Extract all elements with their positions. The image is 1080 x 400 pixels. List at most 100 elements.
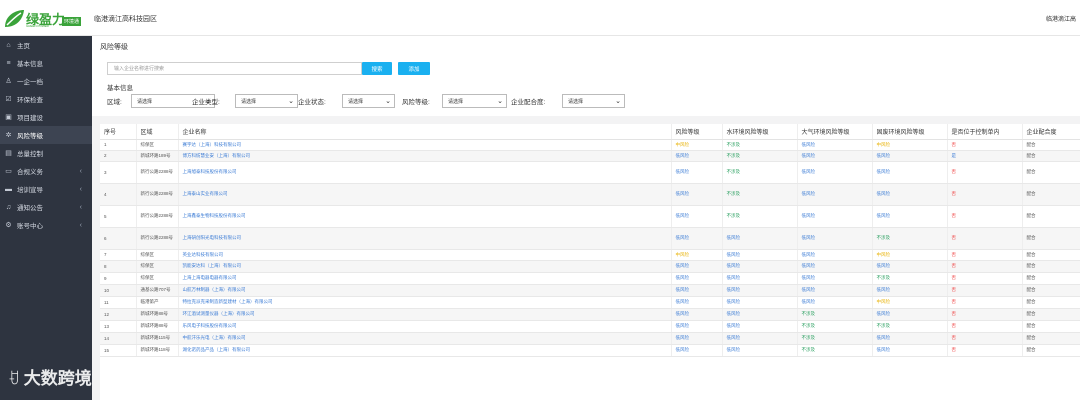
filter-select[interactable]: 请选择 ⌄ [562,94,625,108]
column-header[interactable]: 企业名称 [178,124,672,140]
column-header[interactable]: 区域 [136,124,179,140]
column-header[interactable]: 风险等级 [671,124,723,140]
sidebar-item-9[interactable]: ♫ 通知公告 ‹ [0,198,92,216]
sidebar-item-5[interactable]: ✲ 风险等级 [0,126,92,144]
basic-info-label: 基本信息 [107,85,133,92]
table-row[interactable]: 11 临港第产 特拉克派克采制造新型建材（上海）有限公司 低风险 低风险 低风险 中风险否配… [100,296,1080,309]
table-cell-区域: 新行公路2288号 [136,227,179,250]
table-cell-风险等级: 低风险 [671,150,723,162]
table-row[interactable]: 5 新行公路2288号 上海鑫泰生物科技股份有限公司 低风险 不涉及 低风险 低风险否配合 [100,205,1080,228]
table-cell-固废环境风险等级: 低风险 [872,260,948,273]
chevron-down-icon: ⌄ [497,98,503,105]
table-cell-固废环境风险等级: 低风险 [872,205,948,228]
table-cell-企业名称[interactable]: 上海研创阳光电科技有限公司 [178,227,672,250]
table-cell-企业名称[interactable]: 山航万林制器（上海）有限公司 [178,284,672,297]
table-row[interactable]: 3 新行公路2288号 上海旭泰科技股份有限公司 低风险 不涉及 低风险 低风险否配合 [100,161,1080,184]
table-cell-序号: 15 [100,344,137,357]
column-header[interactable]: 固废环境风险等级 [872,124,948,140]
sidebar-item-7[interactable]: ▭ 合规义务 ‹ [0,162,92,180]
table-cell-序号: 2 [100,150,137,162]
table-row[interactable]: 14 新城环路115号 中航汗乐光电（上海）有限公司 低风险 低风险 不涉及 低风险否配合 [100,332,1080,345]
table-cell-区域: 综保区 [136,139,179,151]
table-cell-风险等级: 中风险 [671,139,723,151]
table-cell-水环境风险等级: 低风险 [722,260,798,273]
column-header[interactable]: 是否位于控制单内 [947,124,1023,140]
filter-label: 风险等级: [402,99,430,106]
table-cell-企业名称[interactable]: 英业达科技有限公司 [178,249,672,261]
table-cell-企业名称[interactable]: 上海上海电器电器有限公司 [178,272,672,285]
filter-select[interactable]: 请选择 ⌄ [342,94,395,108]
table-cell-企业名称[interactable]: 环江酒试测量仪器（上海）有限公司 [178,308,672,321]
table-cell-固废环境风险等级: 低风险 [872,161,948,184]
sidebar-item-label: 总量控制 [17,151,43,158]
table-row[interactable]: 6 新行公路2288号 上海研创阳光电科技有限公司 低风险 低风险 低风险 不涉及否配合 [100,227,1080,250]
table-cell-水环境风险等级: 低风险 [722,249,798,261]
app-logo[interactable]: 绿盈力 环境通 GREEN POWER [2,7,82,31]
check-icon: ☑ [5,96,12,103]
logo-badge: 环境通 [62,17,82,26]
table-cell-序号: 4 [100,183,137,206]
table-cell-企业名称[interactable]: 乐风电子科技股份有限公司 [178,320,672,333]
search-input[interactable] [107,62,362,75]
table-cell-企业名称[interactable]: 湖化诺药品产品（上海）有限公司 [178,344,672,357]
table-cell-风险等级: 低风险 [671,284,723,297]
table-cell-固废环境风险等级: 低风险 [872,183,948,206]
sidebar-item-10[interactable]: ⚙ 账号中心 ‹ [0,216,92,234]
sidebar-item-0[interactable]: ⌂ 主页 [0,36,92,54]
sidebar-item-2[interactable]: ♙ 一企一档 [0,72,92,90]
table-row[interactable]: 13 新城环路88号 乐风电子科技股份有限公司 低风险 低风险 不涉及 不涉及否配合 [100,320,1080,333]
sidebar-item-1[interactable]: ≡ 基本信息 [0,54,92,72]
table-cell-大气环境风险等级: 低风险 [797,227,873,250]
table-cell-是否位于控制单内: 否 [947,161,1023,184]
table-cell-区域: 新行公路2288号 [136,161,179,184]
table-cell-企业名称[interactable]: 上海鑫泰生物科技股份有限公司 [178,205,672,228]
risk-table: 序号 区域 企业名称 风险等级 水环境风险等级 大气环境风险等级 固废环境风险等级 是否位于控… [100,124,1080,357]
table-cell-水环境风险等级: 低风险 [722,227,798,250]
sidebar-item-3[interactable]: ☑ 环保检查 [0,90,92,108]
table-cell-区域: 新城环路115号 [136,332,179,345]
table-cell-企业名称[interactable]: 上海旭泰科技股份有限公司 [178,161,672,184]
table-row[interactable]: 15 新城环路118号 湖化诺药品产品（上海）有限公司 低风险 低风险 不涉及 低风险否配合 [100,344,1080,357]
column-header[interactable]: 企业配合度 [1022,124,1080,140]
table-cell-序号: 8 [100,260,137,273]
table-cell-企业名称[interactable]: 凯能安达科（上海）有限公司 [178,260,672,273]
table-cell-序号: 12 [100,308,137,321]
sidebar-item-6[interactable]: ▤ 总量控制 [0,144,92,162]
table-row[interactable]: 8 综保区 凯能安达科（上海）有限公司 低风险 低风险 低风险 低风险否配合 [100,260,1080,273]
table-cell-序号: 6 [100,227,137,250]
table-cell-大气环境风险等级: 不涉及 [797,320,873,333]
picture-icon: ▣ [5,114,12,121]
sidebar-item-8[interactable]: ▬ 培训宣导 ‹ [0,180,92,198]
table-row[interactable]: 2 新城环路189号 博方科纺慧业安（上海）有限公司 低风险 不涉及 低风险 低风险是配合 [100,150,1080,162]
table-cell-固废环境风险等级: 低风险 [872,344,948,357]
column-header[interactable]: 水环境风险等级 [722,124,798,140]
table-cell-企业名称[interactable]: 中航汗乐光电（上海）有限公司 [178,332,672,345]
org-title: 临港滴江高科技园区 [94,16,157,23]
table-cell-企业配合度: 配合 [1022,150,1080,162]
table-cell-区域: 新行公路2288号 [136,205,179,228]
filter-select[interactable]: 请选择 ⌄ [442,94,507,108]
org-name-right[interactable]: 临港滴江高 [1046,14,1076,23]
search-button[interactable]: 搜索 [362,62,392,75]
filter-select[interactable]: 请选择 ⌄ [235,94,298,108]
table-row[interactable]: 7 综保区 英业达科技有限公司 中风险 低风险 低风险 中风险否配合 [100,249,1080,261]
table-cell-固废环境风险等级: 低风险 [872,150,948,162]
sidebar-item-4[interactable]: ▣ 项目建设 [0,108,92,126]
table-cell-企业配合度: 配合 [1022,320,1080,333]
table-row[interactable]: 4 新行公路2288号 上海泰山实业有限公司 低风险 不涉及 低风险 低风险否配合 [100,183,1080,206]
table-cell-企业名称[interactable]: 博方科纺慧业安（上海）有限公司 [178,150,672,162]
table-row[interactable]: 12 新城环路88号 环江酒试测量仪器（上海）有限公司 低风险 低风险 不涉及 低风险否配合 [100,308,1080,321]
table-cell-企业配合度: 配合 [1022,272,1080,285]
table-cell-企业名称[interactable]: 赛宇达（上海）科技有限公司 [178,139,672,151]
table-row[interactable]: 10 通基公路707号 山航万林制器（上海）有限公司 低风险 低风险 低风险 低风险否配合 [100,284,1080,297]
table-row[interactable]: 9 综保区 上海上海电器电器有限公司 低风险 低风险 低风险 不涉及否配合 [100,272,1080,285]
table-cell-企业名称[interactable]: 特拉克派克采制造新型建材（上海）有限公司 [178,296,672,309]
table-cell-固废环境风险等级: 不涉及 [872,272,948,285]
table-cell-水环境风险等级: 不涉及 [722,139,798,151]
table-cell-企业名称[interactable]: 上海泰山实业有限公司 [178,183,672,206]
column-header[interactable]: 序号 [100,124,137,140]
table-row[interactable]: 1 综保区 赛宇达（上海）科技有限公司 中风险 不涉及 低风险 中风险否配合 [100,139,1080,151]
column-header[interactable]: 大气环境风险等级 [797,124,873,140]
table-cell-固废环境风险等级: 中风险 [872,249,948,261]
add-button[interactable]: 添加 [398,62,430,75]
